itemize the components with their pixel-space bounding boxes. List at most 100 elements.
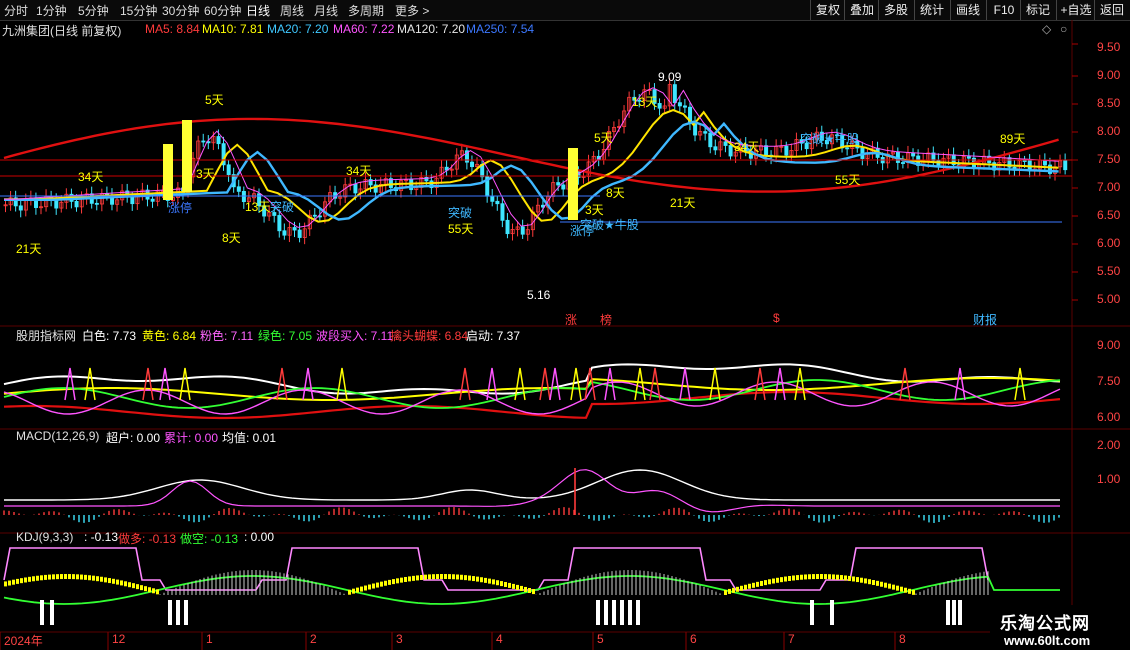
kdj-bar: [896, 585, 899, 591]
macd-tick-0: 2.00: [1097, 438, 1121, 452]
period-tab-3[interactable]: 15分钟: [120, 2, 157, 19]
kdj-bar: [368, 584, 371, 590]
candle-body: [490, 195, 495, 202]
kdj-bar: [816, 574, 819, 580]
kdj-bar: [756, 581, 759, 587]
toolbar-button-8[interactable]: 返回: [1094, 0, 1129, 20]
kdj-bar: [776, 577, 779, 583]
kdj-field-3: : 0.00: [244, 530, 275, 544]
kdj-bar: [152, 588, 155, 594]
indicator-field-1: 黄色: 6.84: [142, 329, 197, 343]
kdj-bar: [732, 587, 735, 593]
low-price-label: 5.16: [527, 288, 551, 302]
price-tick-8: 5.50: [1097, 264, 1121, 278]
kdj-bar: [424, 574, 427, 580]
period-tab-4[interactable]: 30分钟: [162, 2, 199, 19]
day-count-label-6: 34天: [346, 164, 372, 178]
kdj-white-bar: [810, 600, 814, 625]
day-count-label-1: 34天: [78, 170, 104, 184]
toolbar-button-3[interactable]: 统计: [914, 0, 949, 20]
day-count-label-11: 13天: [632, 95, 658, 109]
period-tab-10[interactable]: 更多 >: [395, 2, 429, 19]
period-tab-1[interactable]: 1分钟: [36, 2, 67, 19]
kdj-bar: [500, 581, 503, 587]
kdj-bar: [516, 584, 519, 590]
kdj-white-bar: [40, 600, 44, 625]
kdj-white-bar: [604, 600, 608, 625]
kdj-bar: [400, 577, 403, 583]
kdj-bar: [524, 586, 527, 592]
period-tab-8[interactable]: 月线: [314, 2, 338, 19]
kdj-bar: [404, 576, 407, 582]
day-count-label-5: 13天: [245, 200, 271, 214]
kdj-bar: [140, 585, 143, 591]
kdj-bar: [56, 574, 59, 580]
kdj-bar: [452, 574, 455, 580]
signal-label-1: 突破: [448, 206, 473, 220]
kdj-bar: [476, 576, 479, 582]
kdj-bar: [40, 575, 43, 581]
kdj-bar: [448, 574, 451, 580]
toolbar-button-1[interactable]: 叠加: [844, 0, 879, 20]
kdj-bar: [364, 585, 367, 591]
period-tab-0[interactable]: 分时: [4, 2, 28, 19]
kdj-bar: [76, 574, 79, 580]
kdj-bar: [824, 574, 827, 580]
kdj-bar: [376, 582, 379, 588]
kdj-bar: [460, 574, 463, 580]
candle-body: [728, 145, 733, 157]
kdj-bar: [80, 574, 83, 580]
toolbar-button-4[interactable]: 画线: [950, 0, 985, 20]
kdj-bar: [784, 576, 787, 582]
signal-spike: [159, 367, 171, 401]
indicator-field-5: 擒头蝴蝶: 6.84: [390, 329, 469, 343]
diamond-icon: ◇: [1042, 22, 1052, 36]
period-tab-5[interactable]: 60分钟: [204, 2, 241, 19]
kdj-bar: [148, 587, 151, 593]
kdj-white-bar: [50, 600, 54, 625]
kdj-field-0: : -0.13: [84, 530, 119, 544]
kdj-bar: [532, 589, 535, 595]
kdj-bar: [488, 578, 491, 584]
kdj-bar: [828, 574, 831, 580]
signal-spike: [1014, 367, 1026, 401]
price-tick-4: 7.50: [1097, 152, 1121, 166]
signal-spike: [64, 367, 76, 401]
kdj-white-bar: [636, 600, 640, 625]
candle-body: [201, 140, 206, 143]
toolbar-button-0[interactable]: 复权: [810, 0, 845, 20]
period-tab-6[interactable]: 日线: [246, 2, 270, 19]
ma10-line: [4, 109, 1059, 223]
kdj-bar: [804, 574, 807, 580]
kdj-bar: [884, 582, 887, 588]
kdj-bar: [124, 581, 127, 587]
watermark: 乐淘公式网 www.60lt.com: [990, 605, 1130, 650]
toolbar-button-6[interactable]: 标记: [1020, 0, 1055, 20]
candle-body: [312, 214, 317, 217]
kdj-bar: [112, 578, 115, 584]
toolbar-button-2[interactable]: 多股: [878, 0, 913, 20]
x-axis-label-6: 5: [597, 632, 604, 646]
period-tab-9[interactable]: 多周期: [348, 2, 384, 19]
period-tab-2[interactable]: 5分钟: [78, 2, 109, 19]
toolbar-button-5[interactable]: F10: [986, 0, 1021, 20]
candle-body: [282, 230, 287, 236]
kdj-bar: [60, 574, 63, 580]
toolbar-button-7[interactable]: +自选: [1056, 0, 1095, 20]
x-axis-label-5: 4: [496, 632, 503, 646]
kdj-bar: [120, 580, 123, 586]
kdj-bar: [740, 585, 743, 591]
kdj-bar: [116, 579, 119, 585]
kdj-bar: [428, 574, 431, 580]
kdj-field-1: 做多: -0.13: [118, 532, 177, 546]
kdj-bar: [760, 580, 763, 586]
indicator-tick-1: 7.50: [1097, 374, 1121, 388]
kdj-bar: [468, 575, 471, 581]
period-tab-7[interactable]: 周线: [280, 2, 304, 19]
kdj-bar: [780, 577, 783, 583]
signal-spike: [794, 367, 806, 401]
kdj-bar: [484, 577, 487, 583]
kdj-bar: [888, 583, 891, 589]
candle-body: [470, 161, 475, 168]
kdj-bar: [348, 589, 351, 595]
